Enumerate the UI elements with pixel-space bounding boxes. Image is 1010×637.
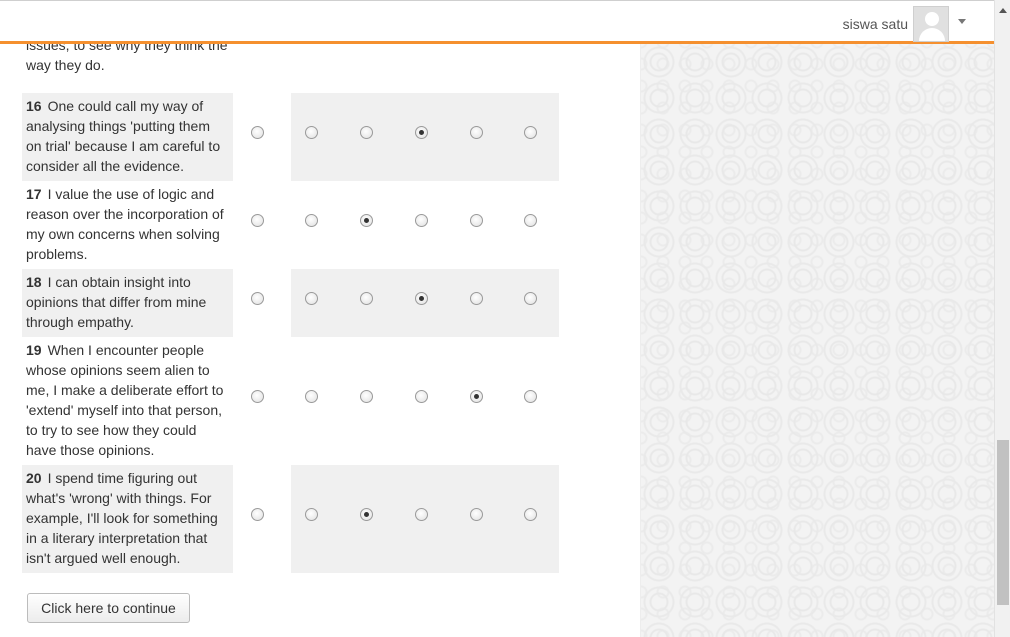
question-number: 17 [26,186,42,202]
question-20-option-5-radio[interactable] [470,508,483,521]
question-text: One could call my way of analysing thing… [26,98,221,174]
question-18-option-2-radio[interactable] [305,292,318,305]
question-20-text: 20 I spend time figuring out what's 'wron… [22,465,233,573]
user-avatar-icon[interactable] [913,6,949,42]
question-16-option-4-radio[interactable] [415,126,428,139]
user-menu-chevron-down-icon[interactable] [958,19,966,24]
user-name[interactable]: siswa satu [843,16,908,32]
question-16-option-3-radio[interactable] [360,126,373,139]
question-17-option-6-radio[interactable] [524,214,537,227]
question-19-option-1-radio[interactable] [251,390,264,403]
scrollbar-thumb[interactable] [997,440,1009,605]
question-19-option-2-radio[interactable] [305,390,318,403]
continue-button[interactable]: Click here to continue [27,593,190,623]
question-18-option-3-radio[interactable] [360,292,373,305]
question-16-option-2-radio[interactable] [305,126,318,139]
question-text: I can obtain insight into opinions that … [26,274,207,330]
question-20-option-6-radio[interactable] [524,508,537,521]
question-text: I spend time figuring out what's 'wrong'… [26,470,218,566]
question-18-option-1-radio[interactable] [251,292,264,305]
question-19-option-5-radio[interactable] [470,390,483,403]
question-text: When I encounter people whose opinions s… [26,342,224,458]
question-19-text: 19 When I encounter people whose opinions… [22,337,233,465]
question-18-text: 18 I can obtain insight into opinions tha… [22,269,233,337]
question-17-option-4-radio[interactable] [415,214,428,227]
question-17-text: 17 I value the use of logic and reason ov… [22,181,233,269]
question-17-option-1-radio[interactable] [251,214,264,227]
question-20-option-2-radio[interactable] [305,508,318,521]
question-number: 16 [26,98,42,114]
decorative-background-pattern [640,44,994,637]
question-19-option-3-radio[interactable] [360,390,373,403]
question-number: 19 [26,342,42,358]
question-number: 20 [26,470,42,486]
question-number: 18 [26,274,42,290]
scroll-up-arrow-icon[interactable] [999,8,1007,13]
question-20-option-1-radio[interactable] [251,508,264,521]
question-18-option-4-radio[interactable] [415,292,428,305]
question-16-option-5-radio[interactable] [470,126,483,139]
question-20-option-3-radio[interactable] [360,508,373,521]
question-17-option-3-radio[interactable] [360,214,373,227]
vertical-scrollbar[interactable] [994,0,1010,637]
question-16-text: 16 One could call my way of analysing thi… [22,93,233,181]
top-navbar: siswa satu [0,0,994,44]
question-17-option-5-radio[interactable] [470,214,483,227]
question-16-option-6-radio[interactable] [524,126,537,139]
question-18-option-6-radio[interactable] [524,292,537,305]
question-19-option-6-radio[interactable] [524,390,537,403]
question-20-option-4-radio[interactable] [415,508,428,521]
question-text: I value the use of logic and reason over… [26,186,224,262]
question-19-option-4-radio[interactable] [415,390,428,403]
question-16-option-1-radio[interactable] [251,126,264,139]
question-18-option-5-radio[interactable] [470,292,483,305]
question-17-option-2-radio[interactable] [305,214,318,227]
